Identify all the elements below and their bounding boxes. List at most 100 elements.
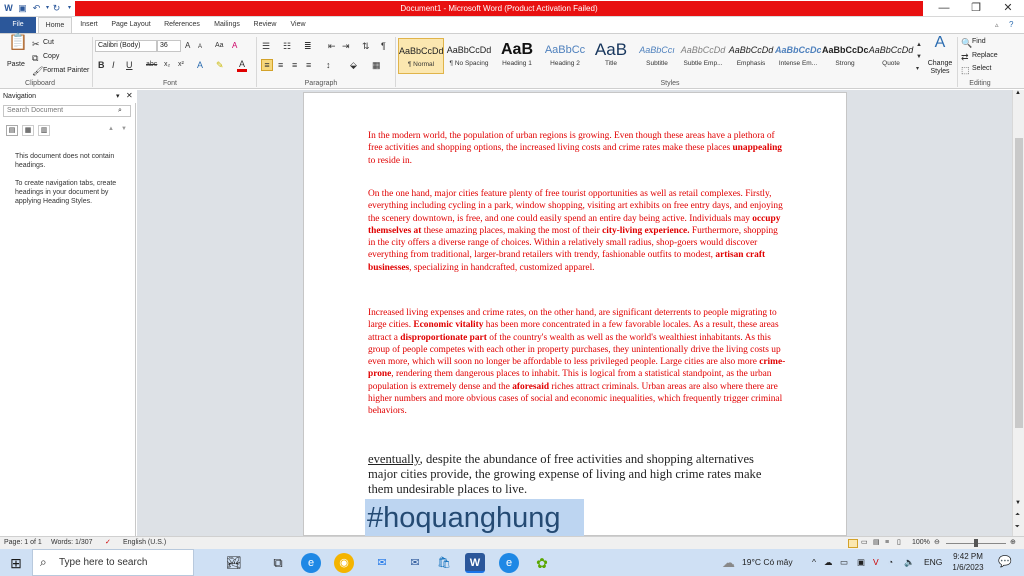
change-styles-button[interactable]: Change Styles <box>927 60 953 76</box>
increase-indent-icon[interactable]: ⇥ <box>342 41 350 51</box>
copy-button[interactable]: Copy <box>43 53 59 60</box>
customize-qat-icon[interactable]: ▾ <box>64 2 75 14</box>
style-heading-1[interactable]: AaB Heading 1 <box>494 38 540 74</box>
tab-insert[interactable]: Insert <box>76 17 102 33</box>
format-painter-button[interactable]: Format Painter <box>43 67 89 74</box>
find-button[interactable]: Find <box>972 38 986 45</box>
word-taskbar-icon[interactable]: W <box>465 553 485 573</box>
style-subtle-emphasis[interactable]: AaBbCcDd Subtle Emp... <box>680 38 726 74</box>
show-hidden-icons[interactable]: ^ <box>812 549 816 576</box>
vpn-icon[interactable]: V <box>873 549 879 576</box>
align-center-icon[interactable]: ≡ <box>278 60 283 70</box>
draft-view-icon[interactable]: ▯ <box>897 537 901 549</box>
style-strong[interactable]: AaBbCcDc Strong <box>822 38 868 74</box>
style-heading-2[interactable]: AaBbCc Heading 2 <box>542 38 588 74</box>
italic-button[interactable]: I <box>112 60 115 70</box>
mail-icon[interactable]: ✉ <box>372 553 392 573</box>
paragraph-body-2[interactable]: Increased living expenses and crime rate… <box>368 307 786 418</box>
tab-view[interactable]: View <box>286 17 310 33</box>
paragraph-conclusion[interactable]: eventually, despite the abundance of fre… <box>368 452 780 498</box>
weather-icon[interactable]: ☁ <box>722 549 735 576</box>
weather-text[interactable]: 19°C Có mây <box>742 549 793 576</box>
zoom-in-icon[interactable]: ⊕ <box>1010 537 1016 549</box>
tab-page-layout[interactable]: Page Layout <box>108 17 154 33</box>
browse-pages-tab[interactable]: ▦ <box>22 125 34 136</box>
save-icon[interactable]: ▣ <box>17 2 28 14</box>
outlook-icon[interactable]: ✉ <box>405 553 425 573</box>
outline-view-icon[interactable]: ≡ <box>885 537 889 549</box>
edge-beta-icon[interactable]: e <box>499 553 519 573</box>
taskbar-search-input[interactable]: Type here to search <box>32 549 194 576</box>
decrease-indent-icon[interactable]: ⇤ <box>328 41 336 51</box>
app-icon[interactable]: ✿ <box>532 553 552 573</box>
paste-button[interactable]: Paste <box>7 61 25 68</box>
numbering-icon[interactable]: ☷ <box>283 41 291 51</box>
tab-home[interactable]: Home <box>38 17 72 33</box>
font-color-icon[interactable]: A <box>237 59 247 72</box>
minimize-button[interactable]: — <box>928 0 960 17</box>
scroll-down-icon[interactable]: ▼ <box>1015 500 1021 506</box>
help-icon[interactable]: ? <box>1009 20 1013 29</box>
align-left-icon[interactable]: ≡ <box>261 59 273 71</box>
cut-button[interactable]: Cut <box>43 39 54 46</box>
document-page[interactable]: In the modern world, the population of u… <box>303 92 847 537</box>
proofing-icon[interactable]: ✓ <box>105 537 111 549</box>
change-styles-icon[interactable]: A <box>931 35 949 51</box>
multilevel-list-icon[interactable]: ≣ <box>304 41 312 51</box>
shrink-font-icon[interactable]: A <box>198 42 202 52</box>
bullets-icon[interactable]: ☰ <box>262 41 270 51</box>
style-normal[interactable]: AaBbCcDd ¶ Normal <box>398 38 444 74</box>
search-icon[interactable]: ⌕ <box>118 107 122 115</box>
style-quote[interactable]: AaBbCcDd Quote <box>868 38 914 74</box>
styles-scroll-up-icon[interactable]: ▲ <box>916 40 922 50</box>
print-layout-view-icon[interactable] <box>848 539 858 548</box>
vertical-scrollbar[interactable]: ▲ ▼ ⏶ ⏷ <box>1012 90 1024 536</box>
close-button[interactable]: ✕ <box>992 0 1024 17</box>
network-icon[interactable]: ▭ <box>840 549 848 576</box>
change-case-icon[interactable]: Aa <box>215 41 224 51</box>
style-emphasis[interactable]: AaBbCcDd Emphasis <box>728 38 774 74</box>
sort-icon[interactable]: ⇅ <box>362 41 370 51</box>
zoom-slider-thumb[interactable] <box>974 539 978 547</box>
full-screen-view-icon[interactable]: ▭ <box>861 537 868 549</box>
strikethrough-button[interactable]: abc <box>146 60 157 70</box>
browse-results-tab[interactable]: ▥ <box>38 125 50 136</box>
chrome-icon[interactable]: ◉ <box>334 553 354 573</box>
next-page-icon[interactable]: ⏷ <box>1015 524 1020 531</box>
minimize-ribbon-icon[interactable]: ▵ <box>995 21 999 29</box>
align-right-icon[interactable]: ≡ <box>292 60 297 70</box>
grow-font-icon[interactable]: A <box>185 41 190 51</box>
bold-button[interactable]: B <box>98 60 105 70</box>
search-document-input[interactable]: Search Document <box>3 105 131 117</box>
tab-mailings[interactable]: Mailings <box>210 17 244 33</box>
monitor-icon[interactable]: ▣ <box>857 549 865 576</box>
redo-icon[interactable]: ↻ <box>51 2 62 14</box>
volume-icon[interactable]: 🔈 <box>904 549 915 576</box>
superscript-button[interactable]: x² <box>178 60 184 70</box>
underline-button[interactable]: U <box>126 60 133 70</box>
paragraph-intro[interactable]: In the modern world, the population of u… <box>368 130 786 167</box>
onedrive-icon[interactable]: ☁ <box>824 549 833 576</box>
previous-icon[interactable]: ▲ <box>108 126 114 132</box>
style-title[interactable]: AaB Title <box>588 38 634 74</box>
wifi-icon[interactable]: ◔ <box>888 549 893 576</box>
search-highlight-icon[interactable]: 🏞 <box>208 553 260 573</box>
scroll-up-icon[interactable]: ▲ <box>1015 90 1021 96</box>
previous-page-icon[interactable]: ⏶ <box>1015 512 1020 519</box>
tab-review[interactable]: Review <box>250 17 280 33</box>
paste-icon[interactable]: 📋 <box>8 35 28 56</box>
font-family-select[interactable]: Calibri (Body) <box>95 40 157 52</box>
task-view-icon[interactable]: ⧉ <box>268 553 288 573</box>
language-indicator[interactable]: English (U.S.) <box>123 537 166 549</box>
clear-formatting-icon[interactable]: A <box>232 41 237 51</box>
highlight-icon[interactable]: ✎ <box>216 60 224 70</box>
tab-file[interactable]: File <box>0 17 36 33</box>
input-language[interactable]: ENG <box>924 549 942 576</box>
select-button[interactable]: Select <box>972 65 991 72</box>
restore-button[interactable]: ❐ <box>960 0 992 17</box>
page-count[interactable]: Page: 1 of 1 <box>4 537 42 549</box>
selected-hashtag-text[interactable]: #hoquanghung <box>365 499 584 537</box>
tab-references[interactable]: References <box>160 17 204 33</box>
word-count[interactable]: Words: 1/307 <box>51 537 93 549</box>
browse-headings-tab[interactable]: ▤ <box>6 125 18 136</box>
